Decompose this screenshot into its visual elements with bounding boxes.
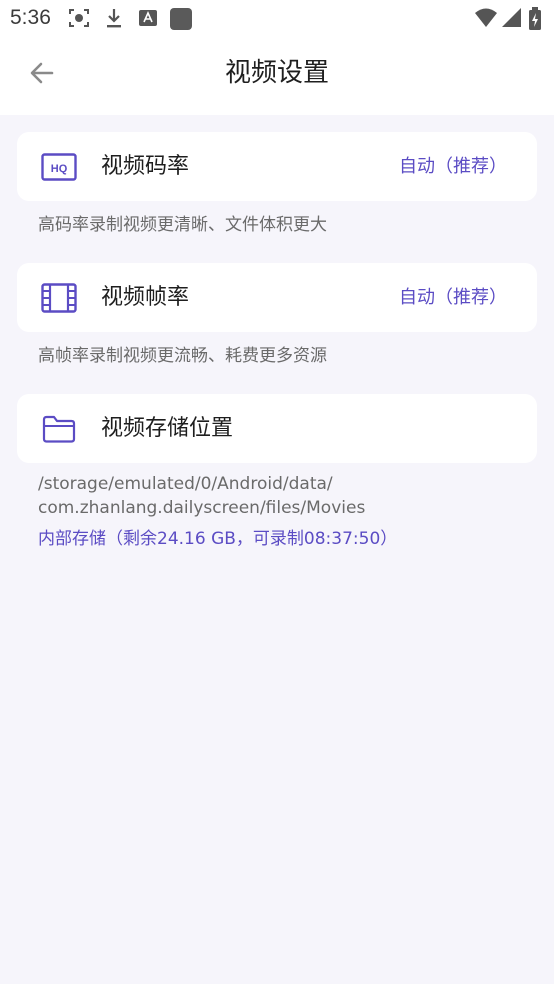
framerate-setting-row[interactable]: 视频帧率 自动（推荐） xyxy=(17,263,537,332)
battery-icon xyxy=(528,7,542,35)
framerate-value: 自动（推荐） xyxy=(399,287,507,308)
status-bar: 5:36 xyxy=(0,0,554,36)
folder-icon xyxy=(41,412,77,446)
framerate-label: 视频帧率 xyxy=(101,285,190,310)
page-title: 视频设置 xyxy=(224,58,329,88)
square-app-icon xyxy=(169,7,193,35)
status-time: 5:36 xyxy=(10,6,51,29)
a-text-icon xyxy=(138,7,158,33)
bitrate-label: 视频码率 xyxy=(101,154,190,179)
back-button[interactable] xyxy=(20,53,64,97)
storage-path-line2: com.zhanlang.dailyscreen/files/Movies xyxy=(38,498,366,518)
signal-icon xyxy=(502,7,522,33)
storage-path-line1: /storage/emulated/0/Android/data/ xyxy=(38,474,333,494)
film-icon xyxy=(41,281,77,315)
bitrate-description: 高码率录制视频更清晰、文件体积更大 xyxy=(38,215,327,235)
storage-info: 内部存储（剩余24.16 GB，可录制08:37:50） xyxy=(38,529,398,549)
app-bar: 视频设置 xyxy=(0,36,554,115)
screen-record-icon xyxy=(68,7,90,33)
storage-location-label: 视频存储位置 xyxy=(101,416,234,441)
svg-text:HQ: HQ xyxy=(51,163,68,175)
storage-path: /storage/emulated/0/Android/data/ com.zh… xyxy=(38,472,518,520)
bitrate-value: 自动（推荐） xyxy=(399,156,507,177)
wifi-icon xyxy=(474,7,498,33)
storage-location-row[interactable]: 视频存储位置 xyxy=(17,394,537,463)
hq-icon: HQ xyxy=(41,150,77,184)
framerate-description: 高帧率录制视频更流畅、耗费更多资源 xyxy=(38,346,327,366)
download-icon xyxy=(104,7,124,33)
bitrate-setting-row[interactable]: HQ 视频码率 自动（推荐） xyxy=(17,132,537,201)
back-arrow-icon xyxy=(28,59,56,91)
